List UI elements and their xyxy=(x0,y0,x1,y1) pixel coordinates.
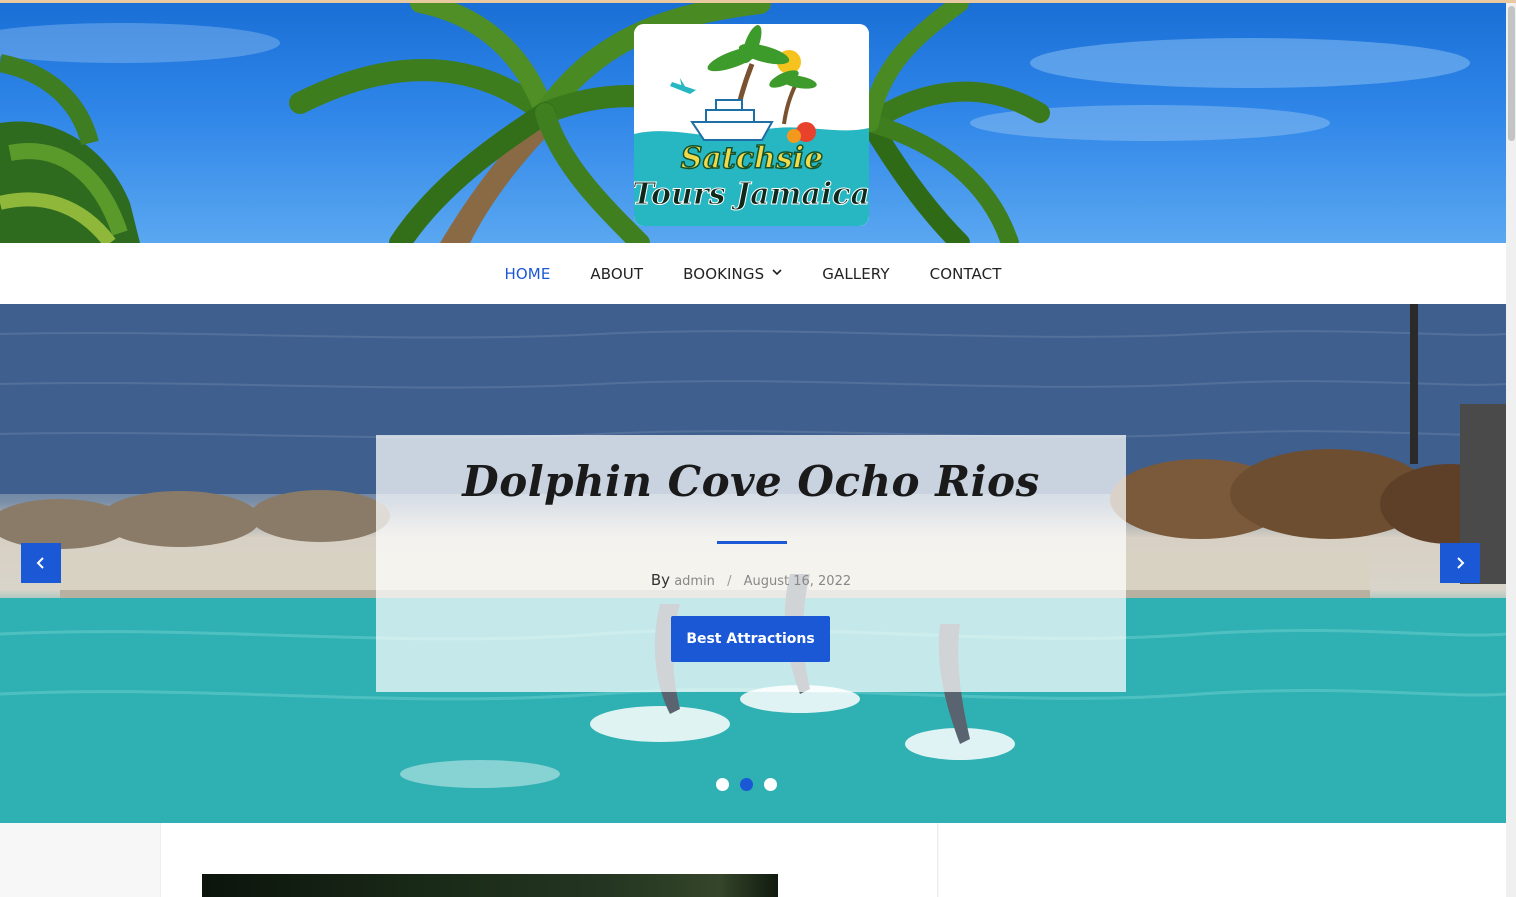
post-meta: By admin / August 16, 2022 xyxy=(376,571,1126,589)
post-thumbnail[interactable] xyxy=(202,874,778,897)
slider-dot-2[interactable] xyxy=(740,778,753,791)
nav-item-label: GALLERY xyxy=(822,264,890,283)
hero-slider: Dolphin Cove Ocho Rios By admin / August… xyxy=(0,304,1506,823)
chevron-left-icon xyxy=(36,557,44,569)
chevron-right-icon xyxy=(1457,557,1465,569)
by-label: By xyxy=(650,571,671,589)
chevron-down-icon xyxy=(772,266,782,279)
slider-dot-3[interactable] xyxy=(764,778,777,791)
meta-separator: / xyxy=(727,574,732,589)
site-logo[interactable]: Satchsie Tours Jamaica xyxy=(634,24,869,226)
main-column xyxy=(160,823,938,897)
scrollbar-thumb[interactable] xyxy=(1508,6,1515,141)
nav-item-label: CONTACT xyxy=(929,264,1002,283)
svg-text:Tours Jamaica: Tours Jamaica xyxy=(634,177,869,212)
nav-item-label: HOME xyxy=(504,264,551,283)
nav-item-gallery[interactable]: GALLERY xyxy=(822,265,889,283)
nav-item-about[interactable]: ABOUT xyxy=(590,265,643,283)
main-navigation: HOME ABOUT BOOKINGS GALLERY CONTACT xyxy=(0,243,1506,304)
svg-text:Satchsie: Satchsie xyxy=(681,141,823,176)
slider-dot-1[interactable] xyxy=(716,778,729,791)
content-area xyxy=(0,823,1506,897)
nav-item-label: BOOKINGS xyxy=(683,264,765,283)
slider-next-button[interactable] xyxy=(1440,543,1480,583)
post-author[interactable]: admin xyxy=(674,574,715,589)
nav-item-label: ABOUT xyxy=(590,264,644,283)
title-underline xyxy=(717,541,787,544)
slider-pagination xyxy=(716,778,788,791)
nav-item-contact[interactable]: CONTACT xyxy=(930,265,1002,283)
slide-title[interactable]: Dolphin Cove Ocho Rios xyxy=(376,457,1126,506)
best-attractions-button[interactable]: Best Attractions xyxy=(671,616,830,662)
post-date[interactable]: August 16, 2022 xyxy=(744,574,852,589)
slide-caption: Dolphin Cove Ocho Rios By admin / August… xyxy=(376,435,1126,692)
header-banner: Satchsie Tours Jamaica xyxy=(0,3,1506,243)
nav-item-home[interactable]: HOME xyxy=(505,265,551,283)
slider-prev-button[interactable] xyxy=(21,543,61,583)
nav-item-bookings[interactable]: BOOKINGS xyxy=(683,265,782,283)
sidebar xyxy=(939,823,1506,897)
